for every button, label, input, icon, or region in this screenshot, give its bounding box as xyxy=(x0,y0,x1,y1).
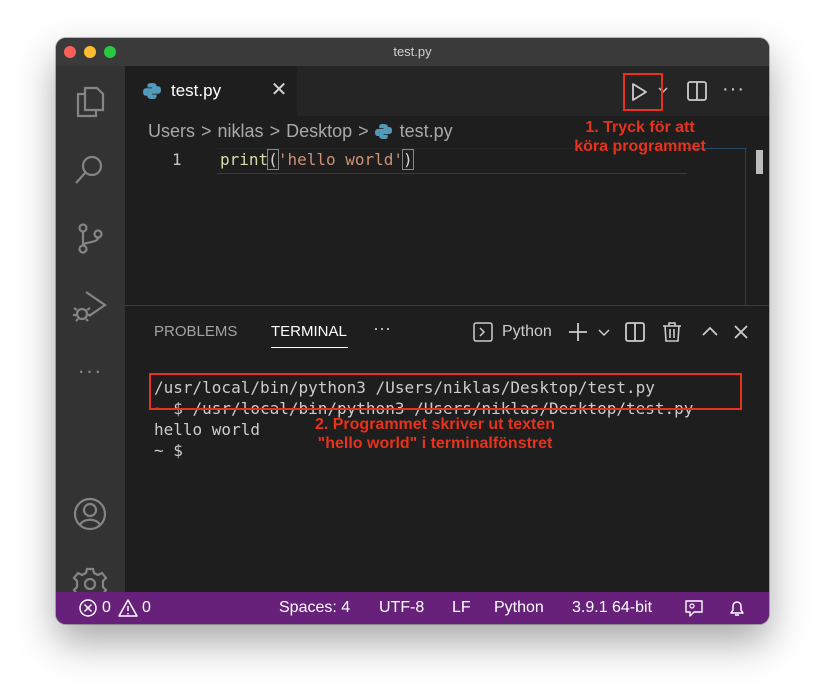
explorer-icon[interactable] xyxy=(72,84,108,120)
bell-icon[interactable] xyxy=(727,598,747,618)
search-icon[interactable] xyxy=(72,152,108,188)
code-paren: ( xyxy=(267,149,279,170)
code-function: print xyxy=(220,150,269,169)
terminal-output-line: hello world xyxy=(154,420,260,439)
panel-more-icon[interactable]: ··· xyxy=(373,318,391,339)
breadcrumb-item-desktop[interactable]: Desktop xyxy=(286,121,352,142)
terminal-icon[interactable] xyxy=(473,322,493,342)
terminal-selector-label[interactable]: Python xyxy=(502,323,552,341)
annotation-output-line1: 2. Programmet skriver ut texten xyxy=(314,416,556,433)
tab-terminal[interactable]: TERMINAL xyxy=(271,323,347,340)
warning-icon[interactable] xyxy=(118,598,138,618)
language-mode[interactable]: Python xyxy=(494,599,544,617)
breadcrumb-separator: > xyxy=(269,120,281,141)
close-window-button[interactable] xyxy=(64,46,76,58)
breadcrumb-item-users[interactable]: Users xyxy=(148,121,195,142)
warning-count[interactable]: 0 xyxy=(142,599,151,617)
editor-tab-bar: test.py ✕ ··· xyxy=(125,66,769,116)
split-editor-icon[interactable] xyxy=(686,80,708,102)
activity-bar: ··· xyxy=(56,66,125,601)
status-bar: 0 0 Spaces: 4 UTF-8 LF Python 3.9.1 64-b… xyxy=(56,592,769,624)
source-control-icon[interactable] xyxy=(72,220,108,256)
error-icon[interactable] xyxy=(78,598,98,618)
code-paren: ) xyxy=(402,149,414,170)
breadcrumb: Users > niklas > Desktop > test.py xyxy=(148,120,453,142)
breadcrumb-separator: > xyxy=(358,120,369,141)
close-panel-icon[interactable] xyxy=(728,319,754,345)
run-debug-icon[interactable] xyxy=(72,288,108,324)
split-terminal-icon[interactable] xyxy=(622,319,648,345)
code-text[interactable]: print('hello world') xyxy=(220,149,414,170)
python-file-icon xyxy=(143,83,161,99)
active-tab-indicator xyxy=(271,347,348,348)
annotation-output: 2. Programmet skriver ut texten "hello w… xyxy=(280,415,590,453)
tab-test-py[interactable]: test.py ✕ xyxy=(125,66,297,116)
window-title: test.py xyxy=(393,44,432,59)
chevron-down-icon[interactable] xyxy=(591,319,617,345)
eol-status[interactable]: LF xyxy=(452,599,471,617)
indentation-status[interactable]: Spaces: 4 xyxy=(279,599,350,617)
new-terminal-icon[interactable] xyxy=(565,319,591,345)
tab-label: test.py xyxy=(171,81,222,100)
close-tab-icon[interactable]: ✕ xyxy=(268,79,290,101)
python-file-icon xyxy=(374,123,392,139)
encoding-status[interactable]: UTF-8 xyxy=(379,599,424,617)
more-actions-icon[interactable]: ··· xyxy=(722,78,745,101)
annotation-run: 1. Tryck för att köra programmet xyxy=(555,118,725,156)
breadcrumb-item-file[interactable]: test.py xyxy=(400,121,453,142)
trash-icon[interactable] xyxy=(659,319,685,345)
minimize-window-button[interactable] xyxy=(84,46,96,58)
line-number: 1 xyxy=(172,150,182,169)
breadcrumb-item-niklas[interactable]: niklas xyxy=(218,121,264,142)
zoom-window-button[interactable] xyxy=(104,46,116,58)
annotation-run-line2: köra programmet xyxy=(574,138,706,155)
output-highlight xyxy=(149,373,742,410)
error-count[interactable]: 0 xyxy=(102,599,111,617)
maximize-panel-icon[interactable] xyxy=(697,319,723,345)
interpreter-status[interactable]: 3.9.1 64-bit xyxy=(572,599,652,617)
title-bar: test.py xyxy=(56,38,769,66)
tab-problems[interactable]: PROBLEMS xyxy=(154,323,237,340)
terminal-prompt-line[interactable]: ~ $ xyxy=(154,441,193,460)
more-icon[interactable]: ··· xyxy=(72,358,108,394)
annotation-run-line1: 1. Tryck för att xyxy=(585,119,695,136)
minimap-content xyxy=(756,150,763,174)
breadcrumb-separator: > xyxy=(201,120,212,141)
run-button-highlight xyxy=(623,73,663,111)
feedback-icon[interactable] xyxy=(684,598,704,618)
annotation-output-line2: "hello world" i terminalfönstret xyxy=(317,435,553,452)
account-icon[interactable] xyxy=(72,496,108,532)
code-string: 'hello world' xyxy=(277,150,404,169)
